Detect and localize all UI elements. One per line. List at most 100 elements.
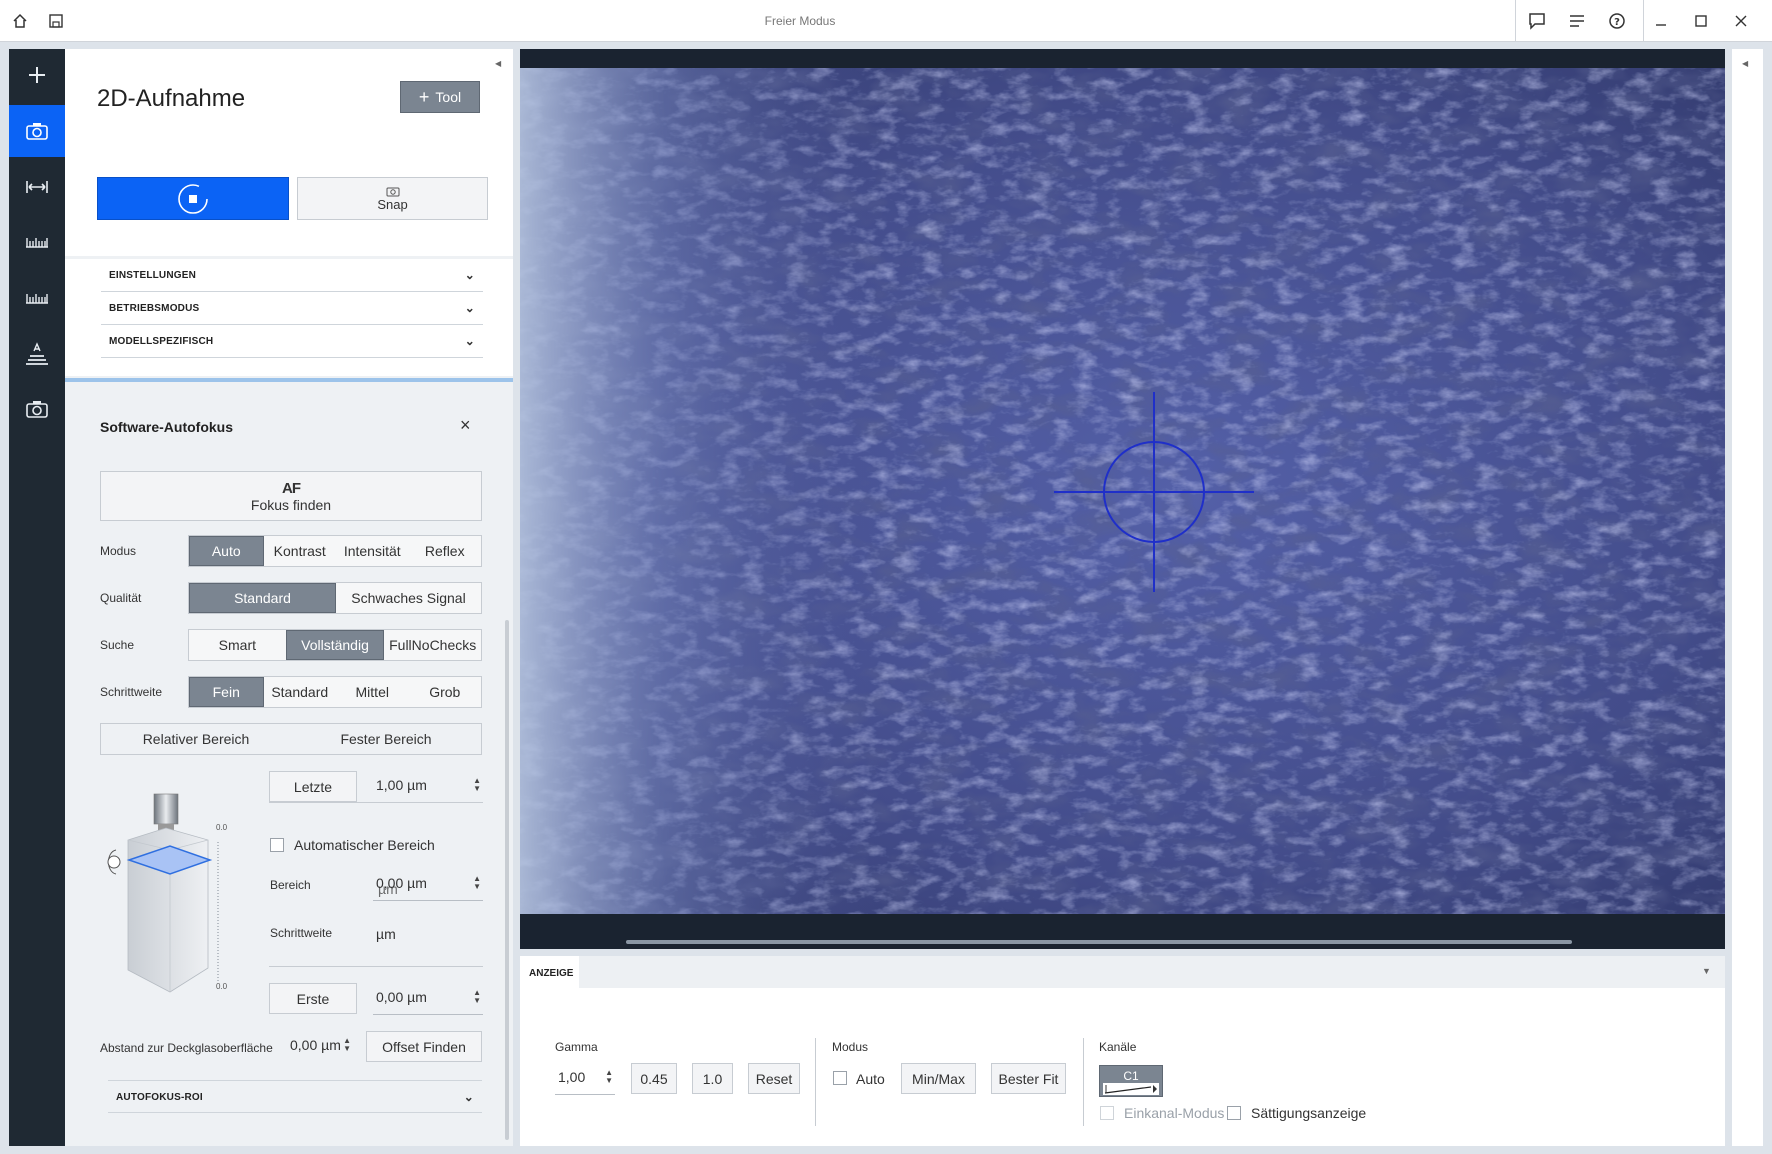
- comment-icon[interactable]: [1527, 11, 1547, 31]
- cover-distance-field[interactable]: 0,00 µm ▲ ▼: [287, 1037, 353, 1063]
- viewer-scrollbar[interactable]: [626, 940, 1572, 944]
- ruler-icon: [26, 294, 48, 304]
- gamma-field[interactable]: 1,00 ▲ ▼: [555, 1069, 615, 1095]
- schrittweite-option-fein[interactable]: Fein: [189, 677, 264, 707]
- section-betriebsmodus[interactable]: BETRIEBSMODUS ⌄: [101, 292, 483, 325]
- camera-icon: [386, 187, 399, 196]
- snapshot-nav[interactable]: [9, 383, 65, 435]
- section-autofokus-roi[interactable]: AUTOFOKUS-ROI ⌄: [108, 1080, 482, 1113]
- close-autofocus-icon[interactable]: ×: [460, 415, 471, 436]
- qualitaet-option-standard[interactable]: Standard: [189, 583, 336, 613]
- snap-button[interactable]: Snap: [297, 177, 488, 220]
- minmax-button[interactable]: Min/Max: [901, 1063, 976, 1094]
- modus-option-auto[interactable]: Auto: [189, 536, 264, 566]
- first-value-field[interactable]: 0,00 µm ▲ ▼: [373, 989, 483, 1015]
- help-icon[interactable]: ?: [1607, 11, 1627, 31]
- reset-button[interactable]: Reset: [748, 1063, 800, 1094]
- bereich-field[interactable]: 0,00 µm µm ▲ ▼: [373, 875, 483, 901]
- chevron-down-icon: ⌄: [464, 301, 475, 315]
- modus-selector: Auto Kontrast Intensität Reflex: [188, 535, 482, 567]
- qualitaet-selector: Standard Schwaches Signal: [188, 582, 482, 614]
- scale-nav-2[interactable]: [9, 271, 65, 323]
- spinner-icon[interactable]: ▲ ▼: [473, 989, 481, 1005]
- gamma-10-button[interactable]: 1.0: [692, 1063, 733, 1094]
- title-bar: Freier Modus ?: [0, 0, 1772, 42]
- modus-option-intensitaet[interactable]: Intensität: [336, 536, 409, 566]
- scale-top-label: 0.0: [216, 823, 228, 832]
- saturation-label: Sättigungsanzeige: [1251, 1105, 1367, 1121]
- expand-panel-icon[interactable]: ◀: [1742, 59, 1748, 68]
- last-value-field[interactable]: 1,00 µm ▲ ▼: [373, 777, 483, 803]
- plus-icon: +: [418, 87, 430, 107]
- list-settings-icon[interactable]: [1567, 11, 1587, 31]
- schrittweite-field[interactable]: µm: [373, 926, 483, 952]
- single-channel-label: Einkanal-Modus: [1124, 1105, 1225, 1121]
- chevron-down-icon[interactable]: ▼: [1702, 966, 1711, 976]
- ruler-icon: [26, 238, 48, 248]
- single-channel-checkbox[interactable]: [1100, 1106, 1114, 1120]
- tab-fester-bereich[interactable]: Fester Bereich: [291, 724, 481, 754]
- find-offset-button[interactable]: Offset Finden: [366, 1031, 482, 1062]
- autofocus-header-strip: [65, 378, 513, 382]
- find-focus-button[interactable]: AF Fokus finden: [100, 471, 482, 521]
- saturation-checkbox[interactable]: [1227, 1106, 1241, 1120]
- modus-label: Modus: [100, 544, 137, 558]
- set-last-button[interactable]: Letzte: [269, 771, 357, 802]
- tab-relativer-bereich[interactable]: Relativer Bereich: [101, 724, 291, 754]
- chevron-down-icon: ⌄: [463, 1090, 474, 1104]
- measure-nav[interactable]: [9, 161, 65, 213]
- section-modellspezifisch[interactable]: MODELLSPEZIFISCH ⌄: [101, 325, 483, 358]
- collapse-panel-icon[interactable]: ◀: [495, 59, 501, 68]
- tool-nav: [9, 49, 65, 1146]
- acquisition-card: ◀ 2D-Aufnahme + Tool Snap: [65, 49, 513, 256]
- stop-live-icon: [178, 183, 208, 214]
- suche-option-fullnochecks[interactable]: FullNoChecks: [384, 630, 481, 660]
- crosshair-marker: [1054, 392, 1254, 592]
- panel-scrollbar[interactable]: [505, 620, 509, 1140]
- add-tool-nav[interactable]: [9, 49, 65, 101]
- auto-checkbox[interactable]: [833, 1071, 847, 1085]
- bereich-label: Bereich: [270, 878, 311, 892]
- channels-label: Kanäle: [1099, 1040, 1137, 1054]
- camera-nav[interactable]: [9, 105, 65, 157]
- minimize-icon[interactable]: [1651, 11, 1671, 31]
- objective-range-illustration: [98, 790, 228, 1000]
- schrittweite-selector: Fein Standard Mittel Grob: [188, 676, 482, 708]
- cover-distance-label: Abstand zur Deckglasoberfläche: [100, 1041, 273, 1055]
- spinner-icon[interactable]: ▲ ▼: [343, 1037, 351, 1053]
- suche-option-vollstaendig[interactable]: Vollständig: [285, 630, 385, 660]
- channel-curve-icon: [1103, 1083, 1159, 1095]
- live-stop-button[interactable]: [97, 177, 289, 220]
- scale-nav[interactable]: [9, 215, 65, 267]
- modus-option-kontrast[interactable]: Kontrast: [264, 536, 337, 566]
- settings-sections: EINSTELLUNGEN ⌄ BETRIEBSMODUS ⌄ MODELLSPEZ…: [65, 259, 513, 376]
- gamma-045-button[interactable]: 0.45: [631, 1063, 677, 1094]
- channel-c1-button[interactable]: C1: [1099, 1065, 1163, 1097]
- focus-stack-nav[interactable]: [9, 329, 65, 381]
- spinner-icon[interactable]: ▲ ▼: [605, 1069, 613, 1085]
- page-title: 2D-Aufnahme: [97, 85, 246, 112]
- schrittweite-option-mittel[interactable]: Mittel: [336, 677, 409, 707]
- microscope-image[interactable]: [520, 68, 1725, 914]
- window-title: Freier Modus: [764, 14, 836, 28]
- maximize-icon[interactable]: [1691, 11, 1711, 31]
- suche-option-smart[interactable]: Smart: [189, 630, 286, 660]
- close-icon[interactable]: [1731, 11, 1751, 31]
- qualitaet-option-schwach[interactable]: Schwaches Signal: [336, 583, 481, 613]
- add-tool-button[interactable]: + Tool: [400, 81, 480, 113]
- spinner-icon[interactable]: ▲ ▼: [473, 777, 481, 793]
- auto-range-checkbox[interactable]: [270, 838, 284, 852]
- display-modus-label: Modus: [832, 1040, 869, 1054]
- chevron-down-icon: ⌄: [464, 268, 475, 282]
- schrittweite-option-grob[interactable]: Grob: [409, 677, 482, 707]
- chevron-down-icon: ⌄: [464, 334, 475, 348]
- autofocus-icon: AF: [282, 479, 301, 497]
- schrittweite-option-standard[interactable]: Standard: [264, 677, 337, 707]
- spinner-icon[interactable]: ▲ ▼: [473, 875, 481, 891]
- plus-icon: [29, 67, 45, 83]
- best-fit-button[interactable]: Bester Fit: [991, 1063, 1066, 1094]
- tab-anzeige[interactable]: ANZEIGE: [520, 956, 579, 988]
- set-first-button[interactable]: Erste: [269, 983, 357, 1014]
- section-einstellungen[interactable]: EINSTELLUNGEN ⌄: [101, 259, 483, 292]
- modus-option-reflex[interactable]: Reflex: [409, 536, 482, 566]
